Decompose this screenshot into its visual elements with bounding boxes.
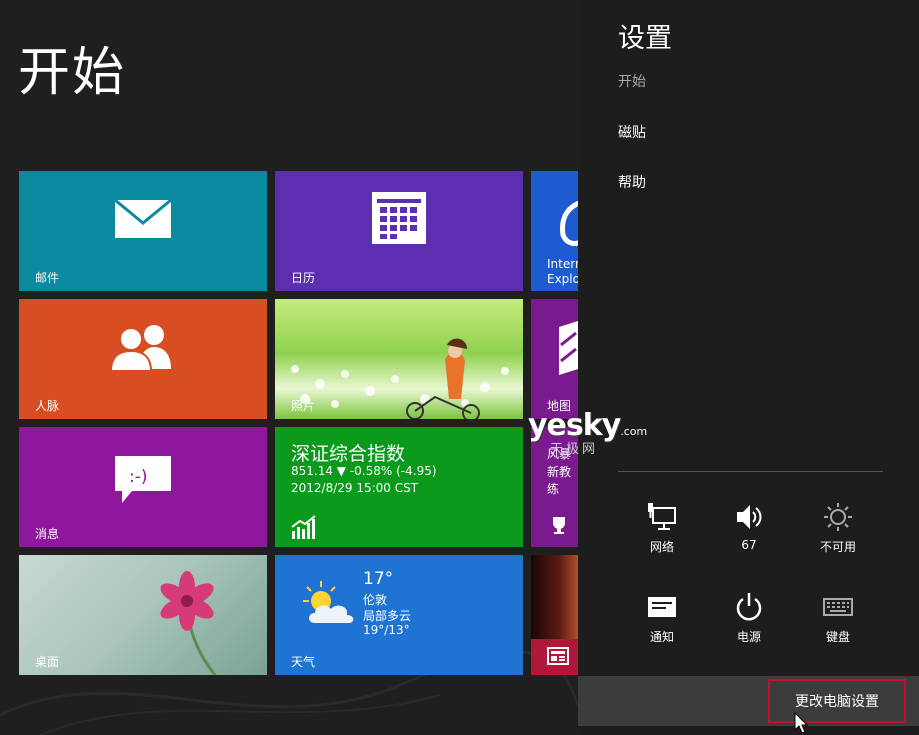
people-icon xyxy=(109,325,171,371)
charm-subtitle: 开始 xyxy=(618,74,646,90)
trophy-icon xyxy=(553,517,565,534)
weather-range: 19°/13° xyxy=(363,623,410,637)
quick-setting-label: 不可用 xyxy=(819,540,856,554)
tile-label: 消息 xyxy=(35,527,60,541)
tile-news[interactable] xyxy=(531,555,578,675)
tile-photos[interactable]: 照片 xyxy=(275,299,523,419)
quick-setting-volume[interactable]: 67 xyxy=(709,502,789,572)
start-title: 开始 xyxy=(18,43,127,103)
mail-icon xyxy=(114,199,172,238)
tile-label: 照片 xyxy=(291,399,316,413)
keyboard-icon xyxy=(823,598,853,616)
notifications-icon xyxy=(648,597,676,617)
tile-desktop[interactable]: 桌面 xyxy=(19,555,267,675)
stock-timestamp: 2012/8/29 15:00 CST xyxy=(291,481,419,495)
stock-quote: 851.14 ▼ -0.58% (-4.95) xyxy=(291,464,437,478)
charm-divider xyxy=(618,471,883,472)
weather-condition: 局部多云 xyxy=(363,609,412,623)
quick-setting-label: 67 xyxy=(741,538,757,552)
news-image xyxy=(531,555,578,639)
volume-icon xyxy=(737,505,762,529)
tile-label: 日历 xyxy=(291,271,316,285)
charm-bottom-bar: 更改电脑设置 xyxy=(578,676,919,726)
tile-weather[interactable]: 17° 伦敦 局部多云 19°/13° 天气 xyxy=(275,555,523,675)
quick-setting-power[interactable]: 电源 xyxy=(709,592,789,662)
tile-label: 人脉 xyxy=(35,399,60,413)
network-icon xyxy=(648,503,676,530)
charm-title: 设置 xyxy=(618,23,672,54)
quick-setting-label: 电源 xyxy=(736,630,761,644)
quick-setting-label: 通知 xyxy=(649,630,674,644)
sports-subline: 新教练 xyxy=(547,465,572,496)
watermark-suffix: .com xyxy=(620,425,648,438)
tile-maps[interactable]: 地图 xyxy=(531,299,578,419)
quick-setting-notifications[interactable]: 通知 xyxy=(622,592,702,662)
tile-people[interactable]: 人脉 xyxy=(19,299,267,419)
tile-label: 桌面 xyxy=(35,655,60,669)
tile-messaging[interactable]: :-) 消息 xyxy=(19,427,267,547)
messaging-icon: :-) xyxy=(115,456,171,503)
charm-link-tiles[interactable]: 磁贴 xyxy=(618,122,646,142)
quick-setting-label: 网络 xyxy=(649,540,674,554)
news-icon xyxy=(547,647,569,665)
charm-link-help[interactable]: 帮助 xyxy=(618,172,646,192)
calendar-icon xyxy=(372,192,426,244)
tile-internet-explorer[interactable]: Internet Explorer xyxy=(531,171,578,291)
weather-city: 伦敦 xyxy=(363,593,388,607)
stock-title: 深证综合指数 xyxy=(291,443,406,465)
partly-cloudy-icon xyxy=(303,581,354,623)
tile-calendar[interactable]: 日历 xyxy=(275,171,523,291)
yesky-watermark: yesky.com 天极网 xyxy=(528,408,648,457)
tile-label: Internet Explorer xyxy=(547,257,578,286)
change-pc-settings-button[interactable]: 更改电脑设置 xyxy=(768,679,906,723)
power-icon xyxy=(736,593,762,621)
tile-label: 邮件 xyxy=(35,271,60,285)
finance-icon xyxy=(291,515,316,539)
tile-label: 天气 xyxy=(291,655,316,669)
tile-mail[interactable]: 邮件 xyxy=(19,171,267,291)
quick-setting-keyboard[interactable]: 键盘 xyxy=(798,592,878,662)
brightness-icon xyxy=(824,503,852,531)
settings-charm: 设置 开始 磁贴 帮助 网络 67 不可用 通知 电源 键盘 更改电脑设置 xyxy=(578,0,919,735)
quick-setting-label: 键盘 xyxy=(825,630,850,644)
weather-temperature: 17° xyxy=(363,569,394,589)
watermark-chinese: 天极网 xyxy=(550,442,599,457)
maps-icon xyxy=(559,321,578,375)
quick-setting-network[interactable]: 网络 xyxy=(622,502,702,572)
start-screen: 开始 邮件 日历 Internet Explorer xyxy=(0,0,578,735)
tile-finance[interactable]: 深证综合指数 851.14 ▼ -0.58% (-4.95) 2012/8/29… xyxy=(275,427,523,547)
internet-explorer-icon xyxy=(560,201,578,246)
mouse-cursor-icon xyxy=(794,712,808,734)
quick-setting-brightness[interactable]: 不可用 xyxy=(798,502,878,572)
svg-text::-): :-) xyxy=(129,467,148,487)
